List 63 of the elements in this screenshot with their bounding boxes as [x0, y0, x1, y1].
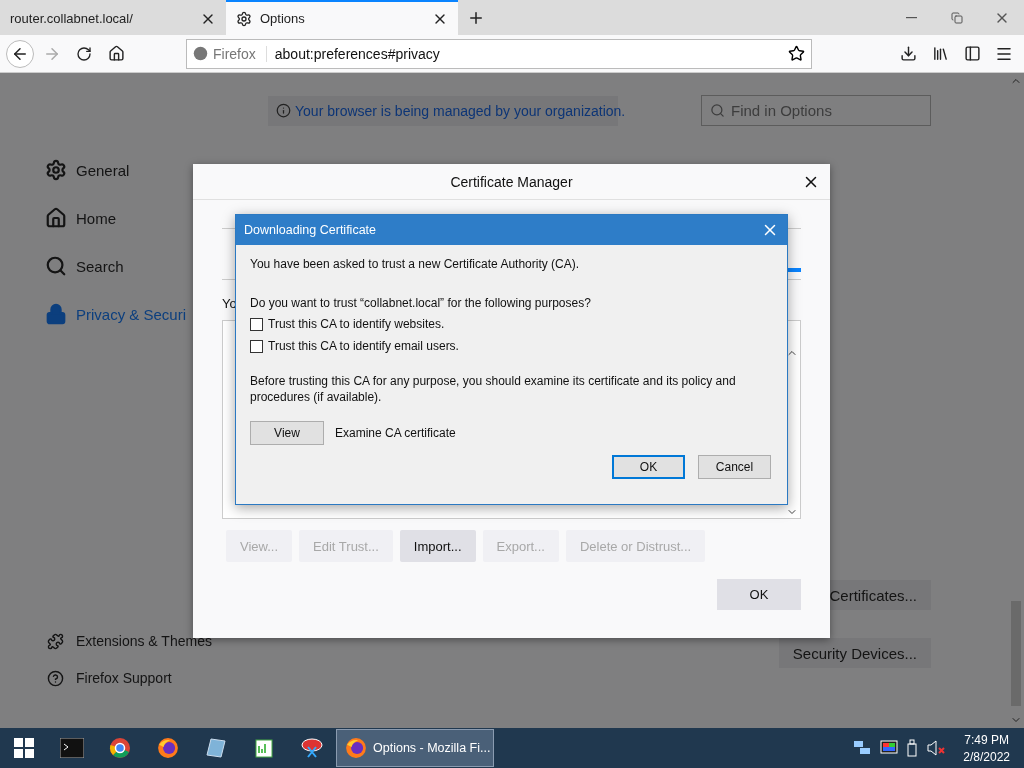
info-icon [276, 103, 291, 118]
taskbar-button[interactable]: Options - Mozilla Fi... [336, 729, 494, 767]
display-icon[interactable] [880, 740, 899, 756]
action-button[interactable]: Import... [399, 530, 476, 562]
dialog-button[interactable]: OK [612, 455, 685, 479]
checkbox[interactable] [250, 317, 263, 331]
minimize-icon [906, 16, 917, 19]
sidebar-link[interactable]: Extensions & Themes [47, 631, 212, 651]
question-text: Do you want to trust “collabnet.local” for the following purposes? [250, 295, 592, 311]
sidebar-item[interactable]: Home [45, 205, 193, 231]
windows-icon [14, 738, 34, 758]
download-icon [899, 45, 917, 62]
advice-text: Before trusting this CA for any purpose, you should examine its certificate and its policy and procedures (if available). [250, 373, 737, 405]
sidebar-item[interactable]: General [45, 157, 193, 183]
puzzle-icon [47, 632, 64, 650]
speaker-muted-icon[interactable] [926, 740, 947, 756]
search-icon [45, 255, 67, 277]
sidebar-item[interactable]: Privacy & Securi [45, 301, 193, 327]
search-icon [710, 103, 725, 118]
network-icon[interactable] [853, 740, 872, 756]
home-icon [107, 45, 125, 62]
help-icon [47, 669, 64, 687]
sidebar-item[interactable]: Search [45, 253, 193, 279]
browser-tab[interactable]: Options [226, 0, 458, 35]
dialog-title: Downloading Certificate [244, 223, 376, 237]
sidebar-icon [963, 45, 981, 62]
notepad-icon[interactable] [205, 737, 227, 759]
editor-icon[interactable] [253, 737, 275, 759]
checkbox[interactable] [250, 339, 263, 353]
settings-button[interactable]: Security Devices... [778, 638, 931, 668]
home-icon [45, 207, 67, 229]
terminal-icon[interactable] [60, 738, 84, 758]
search-field[interactable]: Find in Options [701, 95, 931, 126]
dialog-button[interactable]: Cancel [698, 455, 771, 479]
usb-drive-icon[interactable] [907, 739, 918, 757]
checkbox-label: Trust this CA to identify email users. [268, 339, 459, 353]
bookmark-star-icon[interactable] [788, 45, 805, 62]
library-icon [931, 45, 949, 62]
lock-icon [45, 303, 67, 325]
checkbox-label: Trust this CA to identify websites. [268, 317, 445, 331]
identity-label: Firefox [213, 45, 256, 62]
firefox-icon [345, 737, 367, 759]
ok-button[interactable]: OK [717, 579, 801, 610]
gear-icon [236, 10, 252, 27]
browser-tab[interactable]: router.collabnet.local/ [0, 0, 226, 35]
clock-date: 2/8/2022 [963, 749, 1010, 764]
gear-icon [45, 159, 67, 181]
message-text: You have been asked to trust a new Certificate Authority (CA). [250, 256, 581, 272]
back-button[interactable] [6, 39, 34, 68]
view-label: Examine CA certificate [335, 426, 456, 440]
notice-text[interactable]: Your browser is being managed by your organization. [295, 102, 626, 119]
reload-icon [76, 45, 92, 62]
firefox-icon [157, 737, 179, 759]
browser-icon[interactable] [109, 737, 131, 759]
restore-icon [950, 11, 963, 24]
scissors-icon[interactable] [300, 737, 324, 759]
browser-logo-icon [193, 46, 208, 61]
view-button[interactable]: View [250, 421, 324, 445]
url-text: about:preferences#privacy [274, 45, 441, 62]
address-bar[interactable]: Firefox about:preferences#privacy [186, 38, 812, 69]
sidebar-link[interactable]: Firefox Support [47, 668, 172, 688]
clock-time: 7:49 PM [964, 732, 1009, 747]
dialog-title: Certificate Manager [450, 173, 573, 190]
